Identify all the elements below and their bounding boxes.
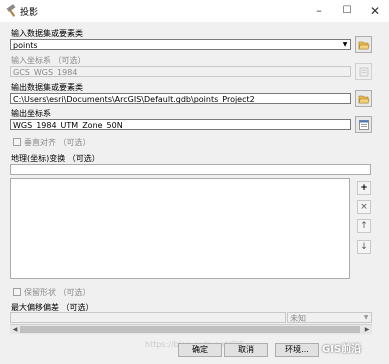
output-dataset-label: 输出数据集或要素类: [11, 83, 83, 92]
folder-open-icon: [358, 41, 370, 50]
title-bar: 投影 – ☐ ✕: [0, 0, 389, 22]
environments-button[interactable]: 环境...: [275, 343, 319, 357]
preserve-shape-checkbox[interactable]: [13, 288, 21, 296]
input-crs-label: 输入坐标系 （可选）: [11, 56, 86, 65]
scroll-thumb[interactable]: [20, 326, 360, 333]
input-dataset-select[interactable]: points ▼: [10, 39, 351, 50]
input-dataset-label: 输入数据集或要素类: [11, 29, 83, 38]
cancel-button[interactable]: 取消: [224, 343, 268, 357]
output-crs-input[interactable]: WGS_1984_UTM_Zone_50N: [10, 119, 351, 130]
chevron-down-icon[interactable]: ▼: [340, 40, 350, 49]
minimize-icon[interactable]: –: [305, 0, 333, 22]
preserve-shape-label: 保留形状 （可选）: [24, 288, 91, 297]
output-dataset-value: C:\Users\esri\Documents\ArcGIS\Default.g…: [13, 95, 255, 104]
transform-label: 地理(坐标)变换 （可选）: [11, 154, 100, 163]
remove-icon[interactable]: ×: [357, 200, 371, 214]
scroll-right-icon[interactable]: ▶: [362, 325, 372, 334]
watermark-brand: GIS前沿: [322, 344, 362, 355]
properties-icon: [359, 67, 369, 77]
max-offset-input: [10, 312, 286, 323]
browse-input-button[interactable]: [355, 36, 372, 53]
output-crs-properties-button[interactable]: [355, 116, 372, 133]
vertical-checkbox[interactable]: [13, 138, 21, 146]
max-offset-unit-select: 未知 ▼: [287, 312, 372, 323]
output-crs-value: WGS_1984_UTM_Zone_50N: [13, 121, 123, 130]
input-crs-field: GCS_WGS_1984: [10, 66, 351, 77]
properties-icon: [359, 120, 369, 130]
maximize-icon[interactable]: ☐: [333, 0, 361, 22]
hammer-icon: [5, 4, 19, 18]
output-crs-label: 输出坐标系: [11, 109, 51, 118]
folder-open-icon: [358, 95, 370, 104]
vertical-label: 垂直对齐 （可选）: [24, 138, 91, 147]
input-crs-value: GCS_WGS_1984: [13, 68, 78, 77]
output-dataset-input[interactable]: C:\Users\esri\Documents\ArcGIS\Default.g…: [10, 93, 351, 104]
add-icon[interactable]: +: [357, 181, 371, 195]
browse-output-button[interactable]: [355, 90, 372, 107]
input-dataset-value: points: [13, 41, 38, 50]
chevron-down-icon: ▼: [363, 314, 369, 321]
transform-dropdown[interactable]: [10, 164, 371, 175]
window-title: 投影: [20, 8, 39, 18]
horizontal-scrollbar[interactable]: ◀ ▶: [10, 324, 372, 334]
close-icon[interactable]: ✕: [361, 0, 389, 22]
move-down-icon[interactable]: ↓: [357, 240, 371, 254]
ok-button[interactable]: 确定: [178, 343, 222, 357]
max-offset-unit: 未知: [290, 314, 306, 323]
input-crs-properties-button: [355, 63, 372, 80]
move-up-icon[interactable]: ↑: [357, 219, 371, 233]
scroll-left-icon[interactable]: ◀: [10, 325, 20, 334]
transform-list[interactable]: [10, 178, 350, 279]
